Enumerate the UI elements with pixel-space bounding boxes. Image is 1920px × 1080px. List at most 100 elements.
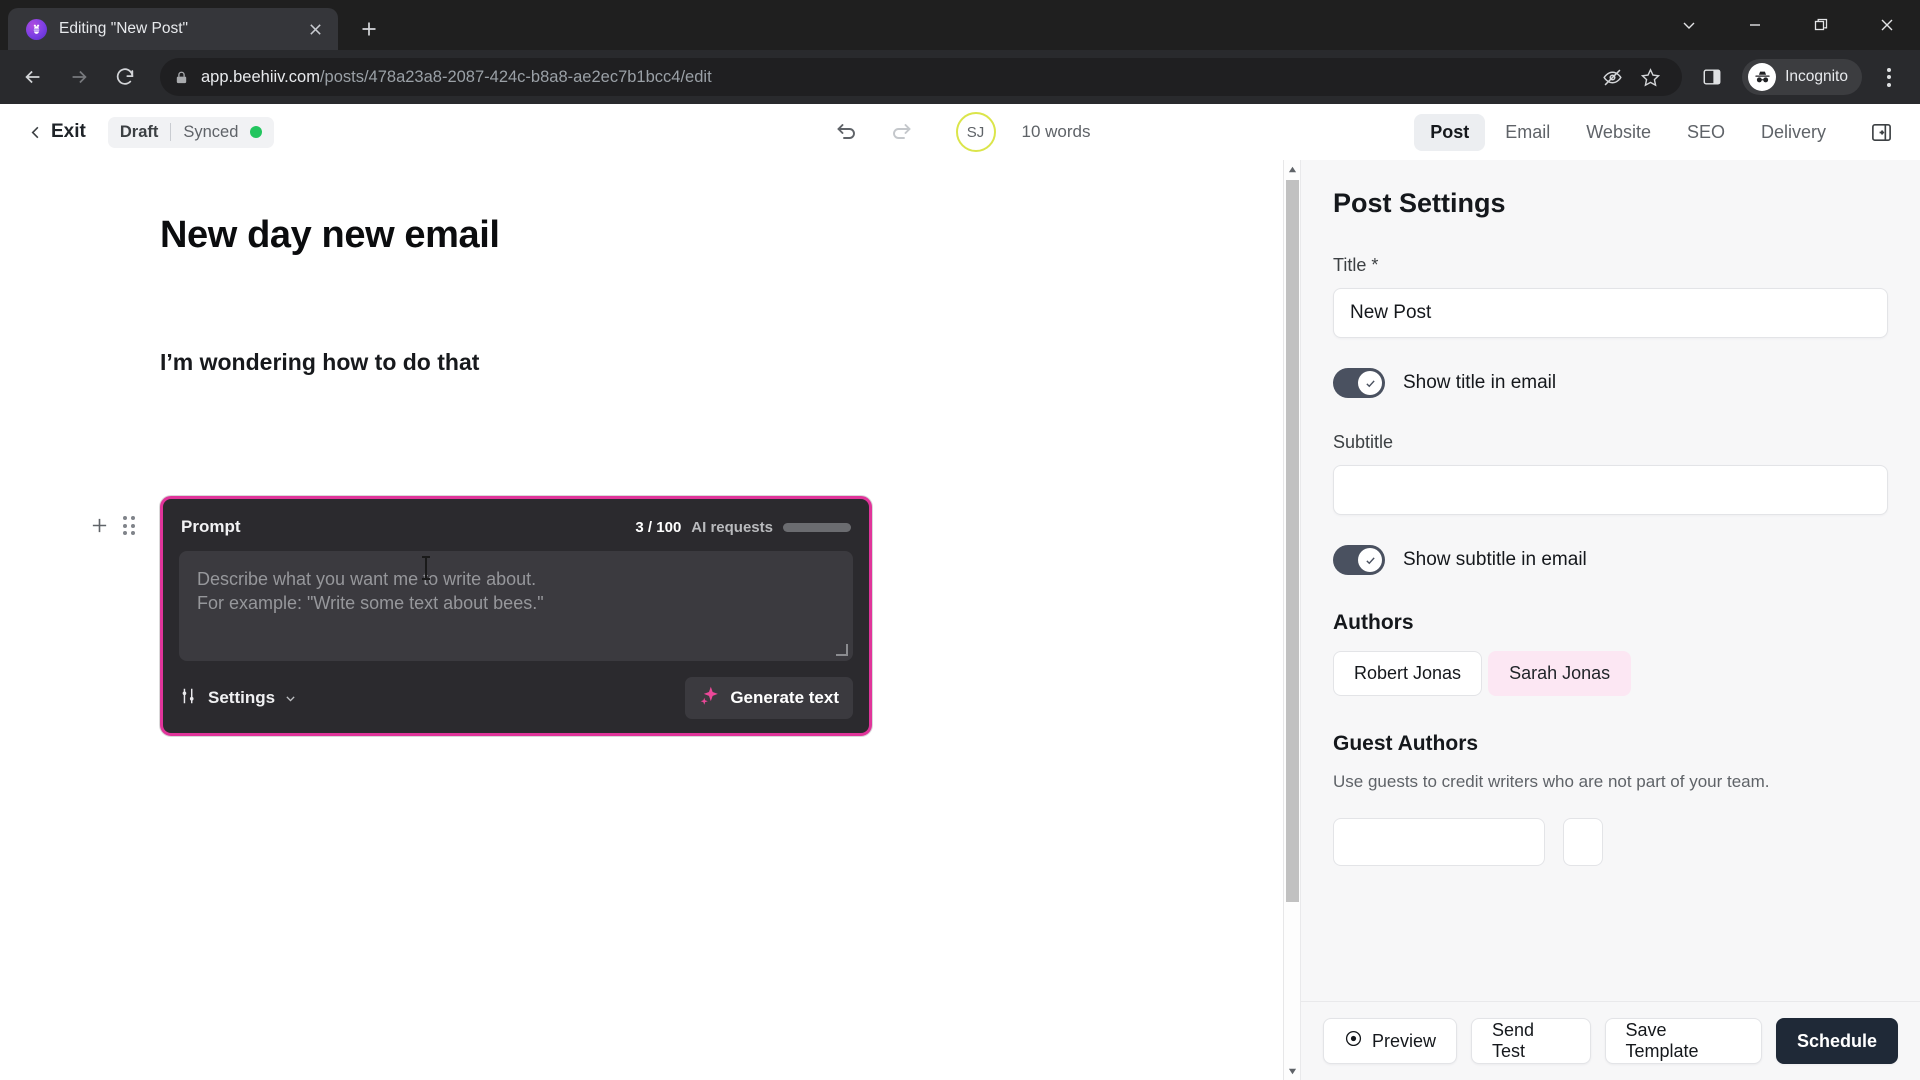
beehiiv-bee-icon [26,18,47,40]
close-icon[interactable] [1854,0,1920,50]
exit-label: Exit [51,121,86,142]
ai-prompt-input[interactable]: Describe what you want me to write about… [179,551,853,661]
page-title: Post Settings [1333,188,1506,218]
send-test-button[interactable]: Send Test [1471,1018,1591,1064]
schedule-button[interactable]: Schedule [1775,1018,1898,1064]
subtitle-field-label: Subtitle [1333,432,1394,452]
preview-label: Preview [1372,1030,1437,1051]
ai-prompt-placeholder-line2: For example: "Write some text about bees… [197,593,544,614]
side-panel-icon[interactable] [1692,56,1732,98]
ai-requests-meter: 3 / 100 AI requests [635,519,851,536]
subtitle-field-group: Subtitle [1333,432,1888,515]
plus-icon[interactable] [90,516,109,535]
back-button[interactable] [12,56,54,98]
browser-tab-title: Editing "New Post" [59,20,189,37]
ai-prompt-label: Prompt [181,517,241,536]
editor-header: Exit Draft Synced SJ 10 words Post Email… [0,104,1920,160]
browser-toolbar: app.beehiiv.com/posts/478a23a8-2087-424c… [0,50,1920,104]
redo-icon[interactable] [884,115,918,149]
ai-prompt-placeholder-line1: Describe what you want me to write about… [197,569,537,589]
sparkle-icon [699,685,720,711]
ai-requests-count: 3 / 100 [635,518,682,536]
post-paragraph[interactable]: I’m wondering how to do that [160,349,1243,376]
editor-canvas[interactable]: New day new email I’m wondering how to d… [0,160,1283,1080]
title-input[interactable]: New Post [1333,288,1888,338]
incognito-profile-chip[interactable]: Incognito [1742,59,1862,95]
status-draft-label: Draft [119,122,159,141]
browser-tab[interactable]: Editing "New Post" [8,8,338,50]
toggle-knob [1358,548,1382,572]
show-title-in-email-toggle[interactable] [1333,368,1385,398]
author-chip-robert-jonas[interactable]: Robert Jonas [1333,651,1483,696]
post-settings-actions: Preview Send Test Save Template Schedule [1301,1001,1920,1080]
scroll-up-icon[interactable] [1284,160,1301,178]
subtitle-input[interactable] [1333,465,1888,515]
authors-heading: Authors [1333,611,1414,634]
ai-prompt-block[interactable]: Prompt 3 / 100 AI requests Describe what… [160,496,872,736]
post-title-heading[interactable]: New day new email [160,214,1243,257]
maximize-icon[interactable] [1788,0,1854,50]
block-handles [90,496,160,535]
ai-prompt-footer: Settings Generate text [179,661,853,719]
three-dots-vertical-icon[interactable] [1870,56,1908,98]
guest-authors-heading: Guest Authors [1333,732,1479,755]
lock-icon [174,70,189,85]
editor-scrollbar[interactable] [1283,160,1300,1080]
word-count: 10 words [1021,122,1091,141]
save-template-label: Save Template [1625,1020,1699,1061]
forward-button[interactable] [58,56,100,98]
show-subtitle-in-email-toggle[interactable] [1333,545,1385,575]
avatar[interactable]: SJ [955,112,996,152]
chevron-down-icon [284,692,297,705]
title-field-label: Title * [1333,255,1379,275]
preview-button[interactable]: Preview [1323,1018,1458,1064]
tab-seo[interactable]: SEO [1671,114,1741,151]
reload-button[interactable] [104,56,146,98]
chevron-left-icon [28,125,43,140]
address-bar[interactable]: app.beehiiv.com/posts/478a23a8-2087-424c… [160,58,1683,96]
exit-button[interactable]: Exit [28,121,86,143]
tab-website[interactable]: Website [1570,114,1667,151]
eye-slash-icon[interactable] [1594,59,1630,95]
chevron-down-icon[interactable] [1656,0,1722,50]
minimize-icon[interactable] [1722,0,1788,50]
sliders-icon [179,686,199,711]
post-settings-scroll: Post Settings Title * New Post Show titl… [1301,160,1920,1001]
drag-grip-icon[interactable] [123,516,135,535]
ai-prompt-header: Prompt 3 / 100 AI requests [179,513,853,551]
author-chip-sarah-jonas[interactable]: Sarah Jonas [1488,651,1632,696]
new-tab-button[interactable] [352,12,386,46]
show-subtitle-in-email-row[interactable]: Show subtitle in email [1333,545,1888,575]
save-template-button[interactable]: Save Template [1604,1018,1762,1064]
close-icon[interactable] [302,16,328,42]
toggle-knob [1358,371,1382,395]
scrollbar-thumb[interactable] [1285,180,1299,902]
ai-requests-label: AI requests [691,518,773,536]
panel-tabs: Post Email Website SEO Delivery [1414,104,1920,160]
panel-collapse-icon[interactable] [1860,111,1902,153]
editor-body: New day new email I’m wondering how to d… [0,160,1920,1080]
show-subtitle-in-email-label: Show subtitle in email [1403,549,1587,570]
incognito-icon [1748,63,1777,91]
resize-handle[interactable] [836,644,848,656]
generate-text-button[interactable]: Generate text [685,677,853,719]
guest-author-add-button[interactable] [1563,818,1603,866]
tab-delivery[interactable]: Delivery [1745,114,1842,151]
status-badge[interactable]: Draft Synced [107,116,275,148]
ai-block-row: Prompt 3 / 100 AI requests Describe what… [90,496,1243,736]
browser-tab-strip: Editing "New Post" [0,0,1920,50]
ai-settings-button[interactable]: Settings [179,686,297,711]
tab-email[interactable]: Email [1489,114,1566,151]
star-icon[interactable] [1632,59,1668,95]
eye-icon [1344,1029,1363,1053]
text-cursor [422,556,430,580]
undo-icon[interactable] [830,115,864,149]
sync-status-dot [250,126,263,138]
tab-post[interactable]: Post [1414,113,1486,151]
scroll-down-icon[interactable] [1284,1062,1301,1080]
send-test-label: Send Test [1492,1020,1535,1061]
generate-text-label: Generate text [730,688,839,707]
guest-author-select[interactable] [1333,818,1545,866]
scrollbar-track[interactable] [1284,178,1301,1062]
show-title-in-email-row[interactable]: Show title in email [1333,368,1888,398]
